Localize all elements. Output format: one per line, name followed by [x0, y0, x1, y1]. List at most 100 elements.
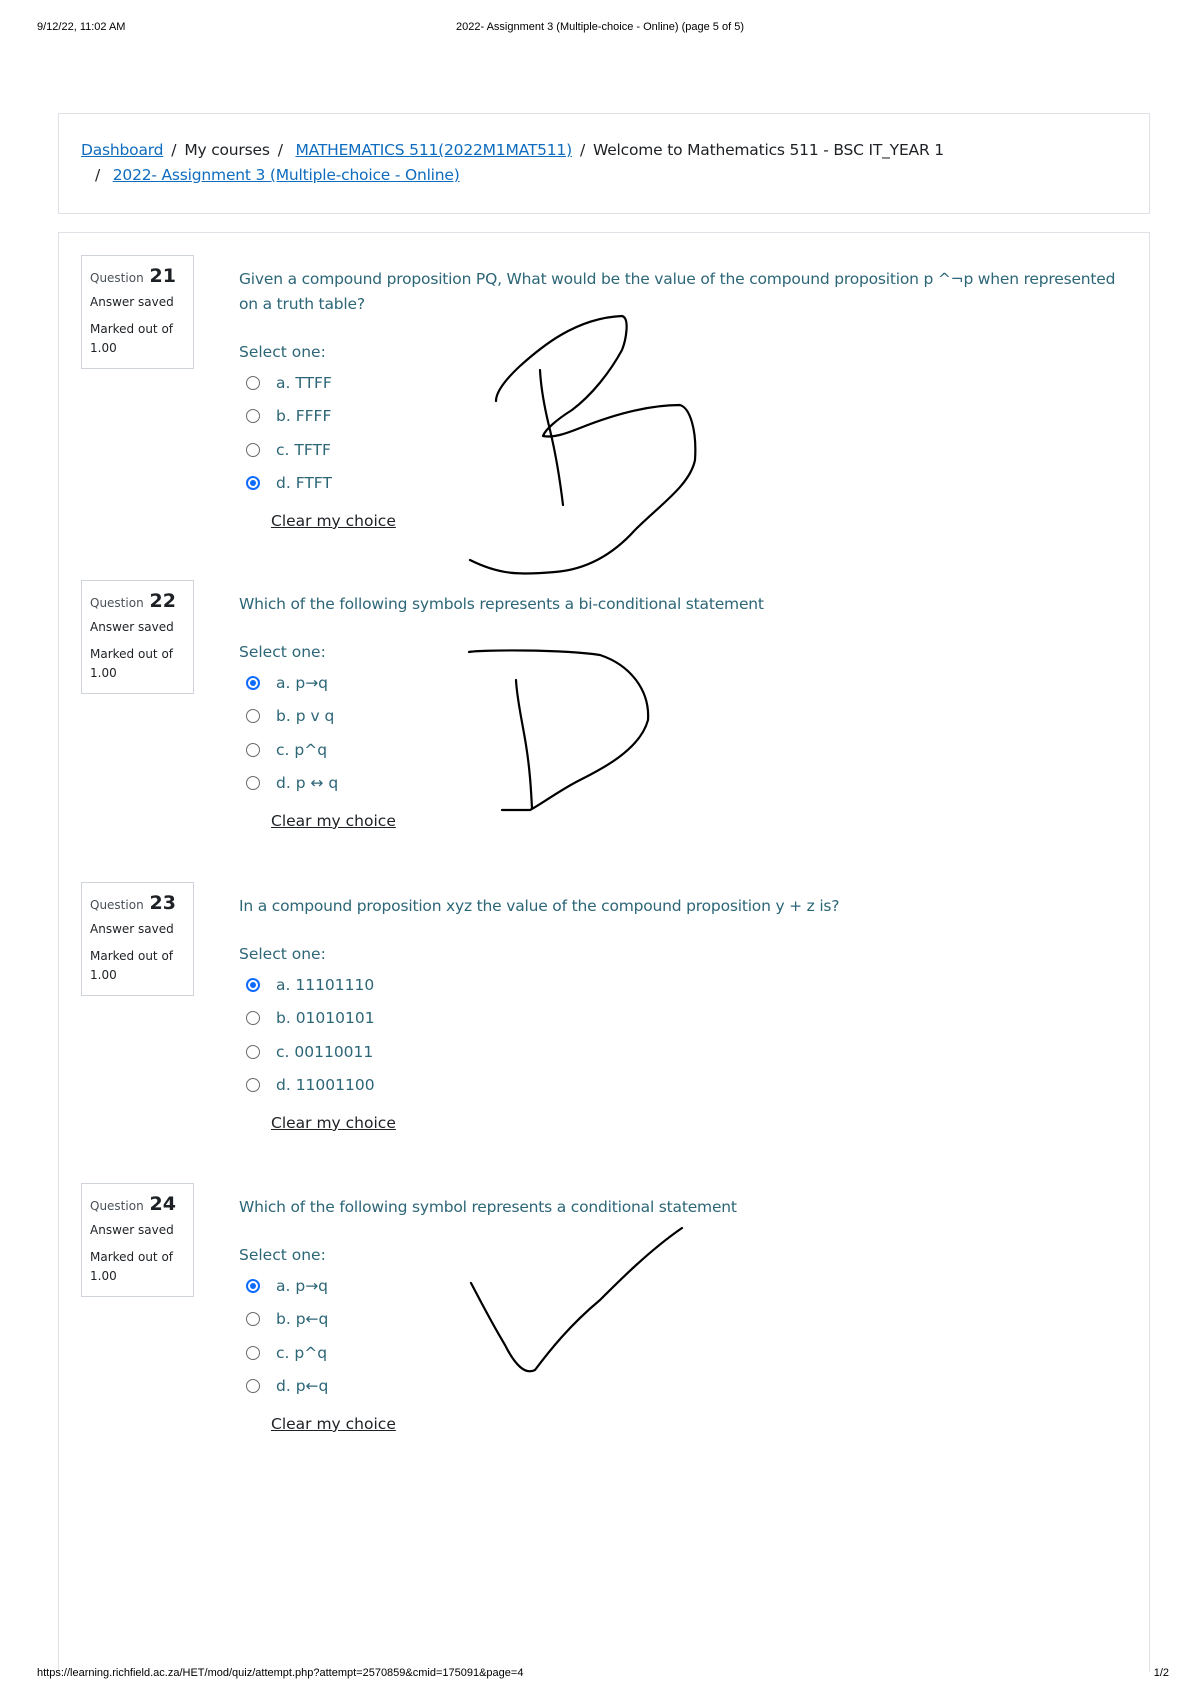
question-state: Answer saved	[90, 295, 174, 309]
radio-unchecked[interactable]	[246, 776, 260, 791]
question-text: Given a compound proposition PQ, What wo…	[239, 270, 1116, 313]
answer-option[interactable]: d. FTFT	[239, 467, 1119, 501]
question-text: Which of the following symbols represent…	[239, 595, 764, 613]
select-one-label: Select one:	[239, 1246, 326, 1264]
answer-label: b. 01010101	[276, 1009, 375, 1028]
answer-label: d. FTFT	[276, 474, 332, 493]
print-url: https://learning.richfield.ac.za/HET/mod…	[37, 1667, 524, 1679]
answer-label: b. p v q	[276, 707, 335, 726]
breadcrumb-card: Dashboard / My courses / MATHEMATICS 511(20…	[58, 113, 1150, 214]
breadcrumb-separator: /	[95, 166, 101, 184]
question-info-box: Question 24 Answer saved Marked out of 1…	[81, 1183, 194, 1297]
question-state: Answer saved	[90, 1223, 174, 1237]
answer-option[interactable]: c. p^q	[239, 733, 1119, 767]
question-number-value: 23	[149, 892, 176, 914]
answer-option[interactable]: b. FFFF	[239, 400, 1119, 434]
radio-unchecked[interactable]	[246, 409, 260, 424]
answer-list: a. 11101110 b. 01010101 c. 00110011 d. 1…	[239, 968, 1119, 1102]
radio-unchecked[interactable]	[246, 442, 260, 457]
select-one-label: Select one:	[239, 343, 326, 361]
answer-label: a. p→q	[276, 1276, 329, 1295]
question-grade: Marked out of 1.00	[90, 322, 174, 355]
clear-my-choice-link[interactable]: Clear my choice	[271, 1114, 396, 1132]
question-content: Which of the following symbols represent…	[239, 592, 1119, 830]
answer-option[interactable]: b. 01010101	[239, 1002, 1119, 1036]
question-text: In a compound proposition xyz the value …	[239, 897, 840, 915]
answer-option[interactable]: a. p→q	[239, 666, 1119, 700]
question-info-box: Question 23 Answer saved Marked out of 1…	[81, 882, 194, 996]
breadcrumb-dashboard[interactable]: Dashboard	[81, 141, 163, 159]
radio-unchecked[interactable]	[246, 1345, 260, 1360]
breadcrumb-section: Welcome to Mathematics 511 - BSC IT_YEAR…	[592, 141, 944, 159]
radio-unchecked[interactable]	[246, 1379, 260, 1394]
answer-option[interactable]: a. 11101110	[239, 968, 1119, 1002]
breadcrumb-assignment[interactable]: 2022- Assignment 3 (Multiple-choice - On…	[113, 166, 460, 184]
question-state: Answer saved	[90, 922, 174, 936]
answer-list: a. TTFF b. FFFF c. TFTF d. FTFT	[239, 366, 1119, 500]
answer-option[interactable]: b. p←q	[239, 1303, 1119, 1337]
answer-label: b. FFFF	[276, 407, 332, 426]
radio-checked[interactable]	[246, 1278, 260, 1293]
answer-label: c. TFTF	[276, 440, 331, 459]
select-one-label: Select one:	[239, 643, 326, 661]
quiz-attempt-card: Question 21 Answer saved Marked out of 1…	[58, 232, 1150, 1672]
breadcrumb-separator: /	[579, 141, 585, 159]
radio-unchecked[interactable]	[246, 709, 260, 724]
radio-unchecked[interactable]	[246, 375, 260, 390]
question-number-value: 24	[149, 1193, 176, 1215]
print-footer: https://learning.richfield.ac.za/HET/mod…	[0, 1667, 1200, 1681]
answer-label: d. 11001100	[276, 1076, 375, 1095]
answer-label: d. p ↔ q	[276, 774, 339, 793]
print-header: 9/12/22, 11:02 AM 2022- Assignment 3 (Mu…	[0, 21, 1200, 35]
print-title: 2022- Assignment 3 (Multiple-choice - On…	[456, 21, 744, 33]
answer-option[interactable]: d. p←q	[239, 1370, 1119, 1404]
question-number: Question 23	[90, 893, 185, 915]
radio-unchecked[interactable]	[246, 1312, 260, 1327]
radio-unchecked[interactable]	[246, 1078, 260, 1093]
radio-checked[interactable]	[246, 476, 260, 491]
answer-list: a. p→q b. p←q c. p^q d. p←q	[239, 1269, 1119, 1403]
question-number-value: 21	[149, 265, 176, 287]
answer-option[interactable]: c. 00110011	[239, 1035, 1119, 1069]
question-prefix: Question	[90, 271, 144, 285]
question-content: Given a compound proposition PQ, What wo…	[239, 267, 1119, 530]
answer-option[interactable]: a. p→q	[239, 1269, 1119, 1303]
answer-option[interactable]: d. p ↔ q	[239, 767, 1119, 801]
question-number: Question 24	[90, 1194, 185, 1216]
breadcrumb-separator: /	[277, 141, 283, 159]
question-info-box: Question 22 Answer saved Marked out of 1…	[81, 580, 194, 694]
question-prefix: Question	[90, 898, 144, 912]
radio-unchecked[interactable]	[246, 1011, 260, 1026]
clear-my-choice-link[interactable]: Clear my choice	[271, 812, 396, 830]
answer-label: a. TTFF	[276, 373, 332, 392]
question-state: Answer saved	[90, 620, 174, 634]
answer-option[interactable]: d. 11001100	[239, 1069, 1119, 1103]
radio-checked[interactable]	[246, 977, 260, 992]
question-grade: Marked out of 1.00	[90, 647, 174, 680]
radio-unchecked[interactable]	[246, 1044, 260, 1059]
question-number-value: 22	[149, 590, 176, 612]
answer-label: b. p←q	[276, 1310, 329, 1329]
answer-option[interactable]: b. p v q	[239, 700, 1119, 734]
breadcrumb-my-courses: My courses	[184, 141, 270, 159]
clear-my-choice-link[interactable]: Clear my choice	[271, 512, 396, 530]
answer-label: a. p→q	[276, 673, 329, 692]
question-prefix: Question	[90, 596, 144, 610]
question-number: Question 22	[90, 591, 185, 613]
answer-label: d. p←q	[276, 1377, 329, 1396]
answer-option[interactable]: a. TTFF	[239, 366, 1119, 400]
select-one-label: Select one:	[239, 945, 326, 963]
breadcrumb-course[interactable]: MATHEMATICS 511(2022M1MAT511)	[295, 141, 572, 159]
radio-unchecked[interactable]	[246, 742, 260, 757]
question-content: In a compound proposition xyz the value …	[239, 894, 1119, 1132]
answer-option[interactable]: c. p^q	[239, 1336, 1119, 1370]
question-grade: Marked out of 1.00	[90, 949, 174, 982]
answer-option[interactable]: c. TFTF	[239, 433, 1119, 467]
radio-checked[interactable]	[246, 675, 260, 690]
question-number: Question 21	[90, 266, 185, 288]
question-prefix: Question	[90, 1199, 144, 1213]
answer-label: c. 00110011	[276, 1042, 374, 1061]
answer-list: a. p→q b. p v q c. p^q d. p ↔ q	[239, 666, 1119, 800]
clear-my-choice-link[interactable]: Clear my choice	[271, 1415, 396, 1433]
question-grade: Marked out of 1.00	[90, 1250, 174, 1283]
